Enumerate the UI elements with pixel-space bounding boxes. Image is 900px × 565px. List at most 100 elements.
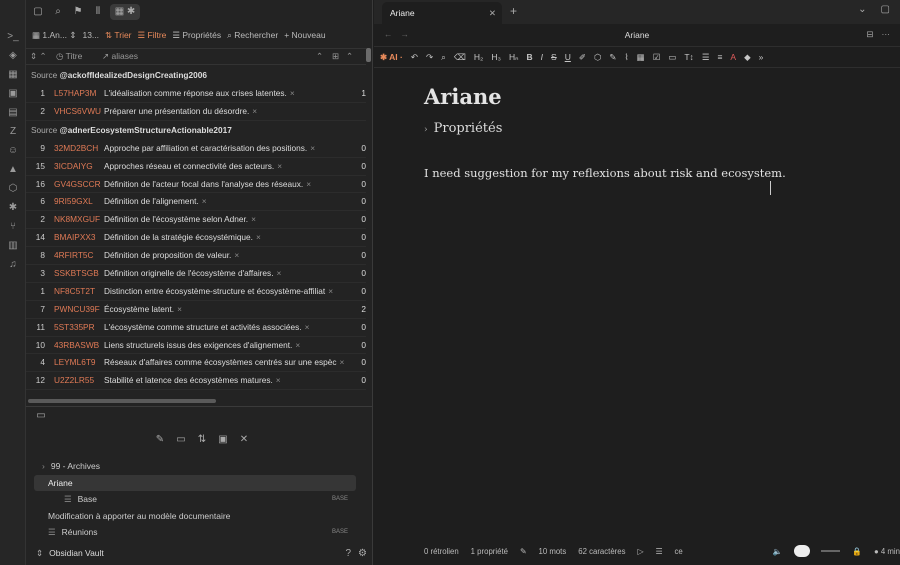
table-row[interactable]: 2 NK8MXGUF Définition de l'écosystème selo… <box>26 211 366 230</box>
new-button[interactable]: + Nouveau <box>284 30 325 40</box>
remove-alias-icon[interactable]: × <box>305 322 310 332</box>
new-note-icon[interactable]: ✎ <box>154 434 166 445</box>
speech-toggle[interactable] <box>794 545 811 557</box>
tree-item[interactable]: Ariane <box>34 474 356 491</box>
remove-alias-icon[interactable]: × <box>256 232 261 242</box>
comment-icon[interactable]: ▭ <box>668 52 676 63</box>
redo-icon[interactable]: ↷ <box>426 52 433 63</box>
font-color-icon[interactable]: A <box>730 52 736 62</box>
bold-icon[interactable]: B <box>527 52 533 62</box>
backlinks-count[interactable]: 0 rétrolien <box>424 547 459 556</box>
highlight-color-icon[interactable]: ◆ <box>744 52 751 63</box>
alias-cell[interactable]: Réseaux d'affaires comme écosystèmes cen… <box>104 354 350 371</box>
chevron-right-icon[interactable]: › <box>424 125 428 135</box>
attachment-icon[interactable]: ⌇ <box>625 52 629 63</box>
music-icon[interactable]: ♫ <box>7 259 19 271</box>
play-icon[interactable]: ▷ <box>638 547 644 556</box>
remove-alias-icon[interactable]: × <box>252 106 257 116</box>
alias-cell[interactable]: Définition de proposition de valeur. × <box>104 247 350 264</box>
undo-icon[interactable]: ↶ <box>411 52 418 63</box>
remove-alias-icon[interactable]: × <box>177 304 182 314</box>
italic-icon[interactable]: I <box>541 52 543 62</box>
remove-alias-icon[interactable]: × <box>277 161 282 171</box>
edit-icon[interactable]: ✎ <box>609 52 616 63</box>
tree-item[interactable]: ☰ Réunions BASE <box>34 524 356 541</box>
table-row[interactable]: 12 U2Z2LR55 Stabilité et latence des écosy… <box>26 372 366 391</box>
tree-item[interactable]: ☰ Base BASE <box>34 491 356 508</box>
row-title-link[interactable]: VHCS6VWU <box>48 103 104 120</box>
table-row[interactable]: 14 BMAIPXX3 Définition de la stratégie éco… <box>26 229 366 248</box>
alias-cell[interactable]: Distinction entre écosystème-structure e… <box>104 283 350 300</box>
gear-icon[interactable]: ⚙ <box>358 548 367 559</box>
puzzle-icon[interactable]: ✱ <box>7 202 19 214</box>
chevron-right-icon[interactable]: › <box>42 461 45 471</box>
new-folder-icon[interactable]: ▭ <box>175 434 187 445</box>
row-title-link[interactable]: U2Z2LR55 <box>48 372 104 389</box>
table-scrollbar-vertical[interactable] <box>366 48 371 62</box>
heading-n-icon[interactable]: Hₙ <box>509 52 519 63</box>
row-title-link[interactable]: SSKBTSGB <box>48 265 104 282</box>
row-title-link[interactable]: 9RI59GXL <box>48 193 104 210</box>
row-title-link[interactable]: LEYML6T9 <box>48 354 104 371</box>
alias-cell[interactable]: Stabilité et latence des écosystèmes mat… <box>104 372 350 389</box>
alias-cell[interactable]: Définition de l'alignement. × <box>104 193 350 210</box>
language-label[interactable]: ce <box>675 547 683 556</box>
remove-alias-icon[interactable]: × <box>277 268 282 278</box>
row-title-link[interactable]: GV4GSCCR <box>48 176 104 193</box>
row-title-link[interactable]: L57HAP3M <box>48 85 104 102</box>
tree-item[interactable]: Modification à apporter au modèle docume… <box>34 508 356 525</box>
terminal-icon[interactable]: >_ <box>7 31 19 43</box>
more-options-icon[interactable]: ··· <box>882 29 891 40</box>
group-header[interactable]: Source @adnerEcosystemStructureActionabl… <box>26 121 366 140</box>
kanban-icon[interactable]: ▥ <box>7 240 19 252</box>
close-icon[interactable]: ✕ <box>489 2 496 24</box>
table-row[interactable]: 7 PWNCU39F Écosystème latent. × 2 <box>26 301 366 319</box>
table-row[interactable]: 2 VHCS6VWU Préparer une présentation du dé… <box>26 103 366 121</box>
library-icon[interactable]: ⫴ <box>90 4 106 20</box>
alias-cell[interactable]: Définition de l'écosystème selon Adner. × <box>104 211 350 228</box>
row-title-link[interactable]: 5ST335PR <box>48 319 104 336</box>
template-icon[interactable]: ▤ <box>7 107 19 119</box>
remove-alias-icon[interactable]: × <box>234 250 239 260</box>
remove-alias-icon[interactable]: × <box>295 340 300 350</box>
list-icon[interactable]: ☰ <box>702 52 710 63</box>
group-header[interactable]: Source @ackoffIdealizedDesignCreating200… <box>26 66 366 85</box>
remove-alias-icon[interactable]: × <box>310 143 315 153</box>
volume-icon[interactable]: 🔈 <box>773 547 783 556</box>
table-scrollbar-horizontal[interactable] <box>28 399 216 403</box>
table-row[interactable]: 8 4RFIRT5C Définition de proposition de va… <box>26 247 366 266</box>
title-column-header[interactable]: ◷ Titre <box>48 51 102 62</box>
overflow-icon[interactable]: » <box>759 52 764 62</box>
properties-button[interactable]: ☰ Propriétés <box>172 30 221 41</box>
alias-cell[interactable]: Approche par affiliation et caractérisat… <box>104 140 350 157</box>
graph-icon[interactable]: ⬡ <box>7 183 19 195</box>
underline-icon[interactable]: U <box>565 52 571 62</box>
row-title-link[interactable]: 3ICDAIYG <box>48 158 104 175</box>
remove-alias-icon[interactable]: × <box>339 357 344 367</box>
table-row[interactable]: 10 43RBASWB Liens structurels issus des ex… <box>26 337 366 355</box>
remove-alias-icon[interactable]: × <box>202 196 207 206</box>
alias-cell[interactable]: Définition originelle de l'écosystème d'… <box>104 265 350 282</box>
remove-alias-icon[interactable]: × <box>328 286 333 296</box>
row-title-link[interactable]: NF8C5T2T <box>48 283 104 300</box>
table-row[interactable]: 9 32MD2BCH Approche par affiliation et car… <box>26 140 366 158</box>
row-title-link[interactable]: NK8MXGUF <box>48 211 104 228</box>
text-size-icon[interactable]: T↕ <box>684 52 693 62</box>
reading-view-icon[interactable]: ⊟ <box>866 29 873 40</box>
bot-icon[interactable]: ☺ <box>7 145 19 157</box>
remove-alias-icon[interactable]: × <box>306 179 311 189</box>
properties-section[interactable]: › Propriétés <box>424 121 844 136</box>
volume-slider[interactable] <box>821 550 841 552</box>
sort-up-icon[interactable]: ⌃ <box>316 51 332 62</box>
alias-cell[interactable]: Préparer une présentation du désordre. × <box>104 103 350 120</box>
folder-icon[interactable]: ▭ <box>34 410 48 423</box>
sort-button[interactable]: ⇅ Trier <box>105 30 132 41</box>
layers-icon[interactable]: ◈ <box>7 50 19 62</box>
search-button[interactable]: ⌕ Rechercher <box>227 30 278 41</box>
collapse-all-icon[interactable]: ✕ <box>238 434 250 445</box>
row-title-link[interactable]: BMAIPXX3 <box>48 229 104 246</box>
mountain-icon[interactable]: ▲ <box>7 164 19 176</box>
new-tab-icon[interactable]: + <box>510 4 517 18</box>
table-row[interactable]: 6 9RI59GXL Définition de l'alignement. × 0 <box>26 193 366 212</box>
aliases-column-header[interactable]: ↗ aliases <box>102 51 316 62</box>
